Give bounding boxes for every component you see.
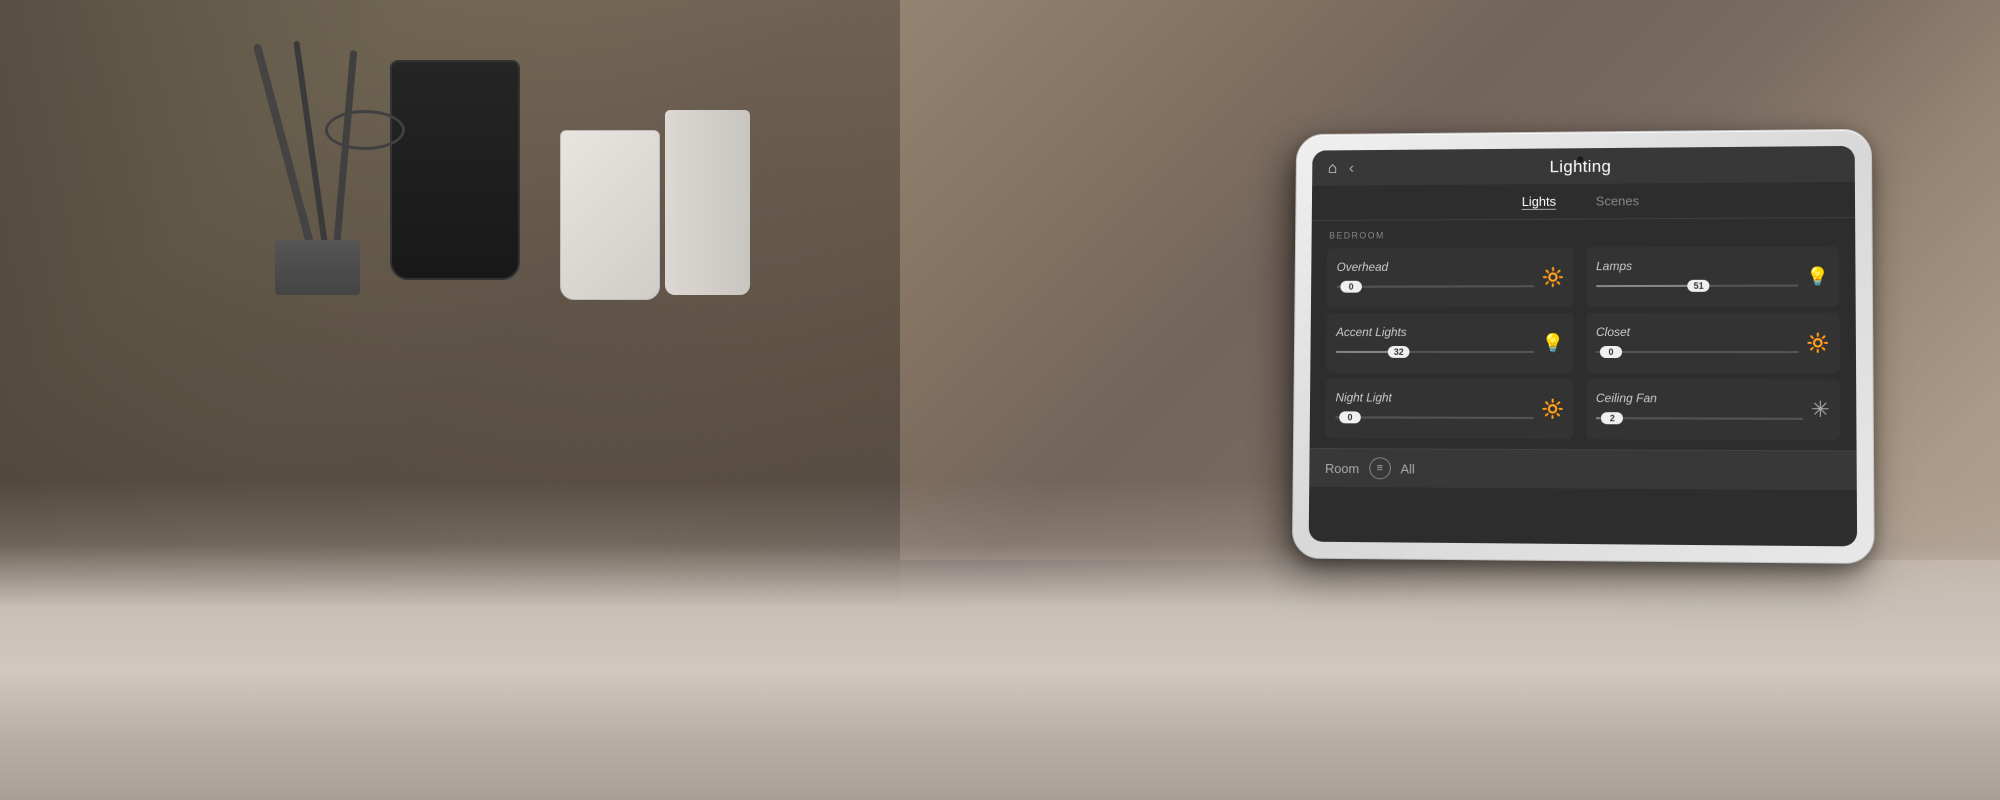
closet-name: Closet: [1596, 325, 1798, 339]
accent-info: Accent Lights 32: [1336, 325, 1534, 361]
lamps-fill: [1596, 285, 1699, 287]
lamps-bulb-icon[interactable]: 💡: [1806, 267, 1829, 285]
main-content: BEDROOM Overhead 0: [1310, 218, 1857, 450]
tablet-frame: ⌂ ‹ Lighting Lights Scenes BEDROOM Overh…: [1292, 129, 1875, 564]
canister: [665, 110, 750, 295]
lamps-name: Lamps: [1596, 258, 1798, 273]
header-left-controls: ⌂ ‹: [1328, 160, 1354, 178]
section-bedroom-label: BEDROOM: [1327, 228, 1839, 240]
control-ceiling-fan: Ceiling Fan 2 ✳: [1586, 379, 1840, 440]
overhead-slider[interactable]: 0: [1336, 277, 1534, 295]
fan-track: 2: [1596, 417, 1803, 420]
closet-value: 0: [1600, 346, 1622, 358]
fan-name: Ceiling Fan: [1596, 391, 1803, 406]
back-icon[interactable]: ‹: [1349, 160, 1354, 178]
footer-menu-icon[interactable]: ≡: [1369, 457, 1391, 479]
accent-name: Accent Lights: [1336, 325, 1534, 339]
overhead-track: 0: [1336, 285, 1533, 287]
accent-value: 32: [1388, 346, 1410, 358]
mug-handle-decoration: [325, 110, 405, 150]
fan-value: 2: [1601, 412, 1623, 424]
tab-scenes[interactable]: Scenes: [1592, 191, 1643, 210]
night-slider[interactable]: 0: [1335, 408, 1533, 427]
control-night-light: Night Light 0 🔆: [1325, 379, 1574, 440]
tab-bar: Lights Scenes: [1312, 182, 1855, 221]
controls-grid: Overhead 0 🔆: [1325, 246, 1840, 440]
night-bulb-icon[interactable]: 🔆: [1541, 400, 1563, 418]
accent-bulb-icon[interactable]: 💡: [1542, 334, 1564, 352]
ceiling-fan-icon[interactable]: ✳: [1811, 397, 1830, 423]
lamps-slider[interactable]: 51: [1596, 277, 1798, 296]
control-lamps: Lamps 51 💡: [1586, 246, 1839, 307]
white-mug: [560, 130, 660, 300]
control-accent-lights: Accent Lights 32 💡: [1326, 313, 1574, 373]
tablet-screen: ⌂ ‹ Lighting Lights Scenes BEDROOM Overh…: [1309, 146, 1857, 547]
closet-slider[interactable]: 0: [1596, 343, 1798, 361]
closet-info: Closet 0: [1596, 325, 1798, 361]
closet-track: 0: [1596, 351, 1798, 353]
control-overhead: Overhead 0 🔆: [1327, 247, 1575, 307]
footer-room-label[interactable]: Room: [1325, 461, 1359, 476]
fan-fill: [1596, 417, 1600, 419]
night-value: 0: [1339, 411, 1361, 423]
closet-bulb-icon[interactable]: 🔆: [1806, 334, 1829, 352]
night-name: Night Light: [1335, 391, 1533, 405]
control-closet: Closet 0 🔆: [1586, 313, 1840, 374]
menu-lines-icon: ≡: [1377, 462, 1383, 474]
lamps-track: 51: [1596, 285, 1798, 288]
fan-info: Ceiling Fan 2: [1596, 391, 1803, 428]
overhead-name: Overhead: [1337, 259, 1534, 274]
overhead-info: Overhead 0: [1336, 259, 1534, 295]
footer-all-label[interactable]: All: [1400, 461, 1414, 476]
coffee-mug: [390, 60, 520, 280]
night-info: Night Light 0: [1335, 391, 1533, 427]
home-icon[interactable]: ⌂: [1328, 160, 1338, 178]
night-track: 0: [1335, 416, 1533, 419]
accent-slider[interactable]: 32: [1336, 343, 1534, 361]
app-footer: Room ≡ All: [1309, 448, 1857, 490]
app-header: ⌂ ‹ Lighting: [1312, 146, 1855, 186]
overhead-value: 0: [1340, 281, 1362, 293]
tab-lights[interactable]: Lights: [1518, 192, 1560, 211]
camera-dot: [1577, 156, 1583, 162]
fan-slider[interactable]: 2: [1596, 409, 1803, 428]
tablet-device: ⌂ ‹ Lighting Lights Scenes BEDROOM Overh…: [1292, 129, 1875, 564]
lamps-info: Lamps 51: [1596, 258, 1798, 295]
tool-holder: [275, 240, 360, 295]
lamps-value: 51: [1688, 280, 1710, 292]
overhead-bulb-icon[interactable]: 🔆: [1542, 268, 1564, 286]
accent-track: 32: [1336, 351, 1534, 353]
